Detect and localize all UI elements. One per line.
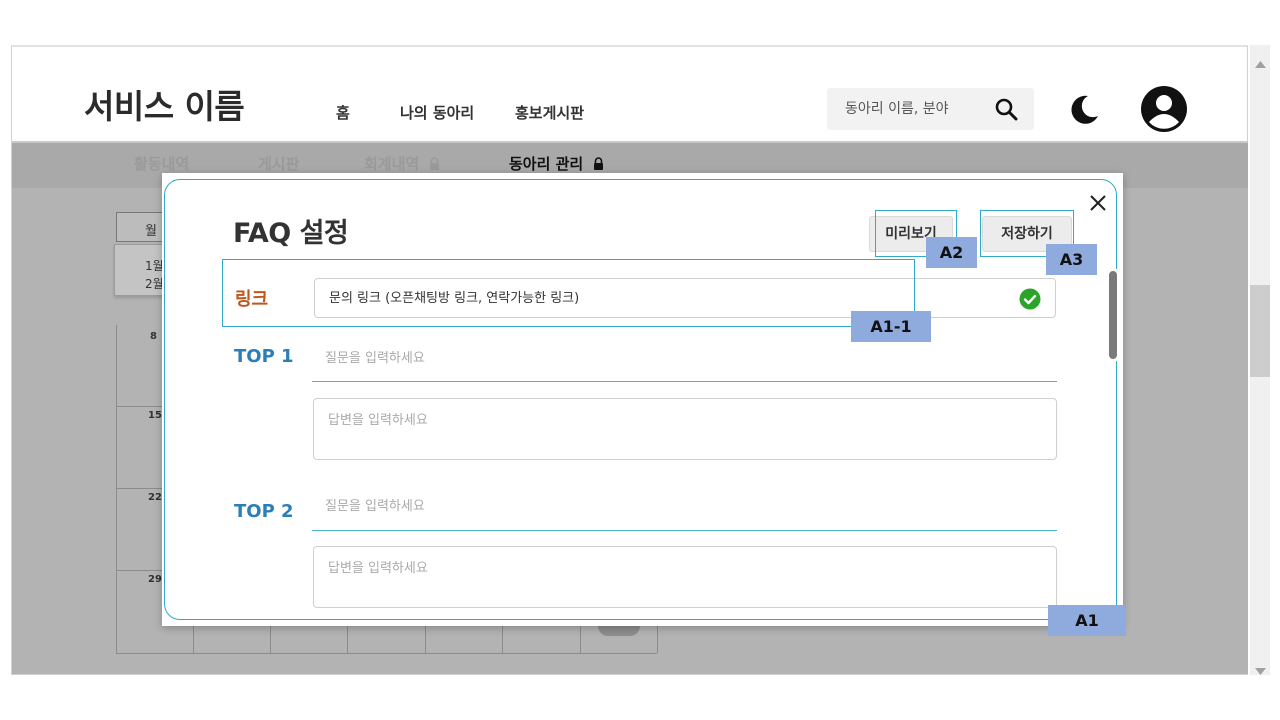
nav-promo-board[interactable]: 홍보게시판 <box>515 102 584 123</box>
moon-icon[interactable] <box>1064 90 1104 130</box>
annotation-tag-a1: A1 <box>1048 605 1126 636</box>
calendar-grid-line <box>580 625 581 653</box>
faq-top-2-question-input[interactable] <box>325 496 1025 516</box>
tab-board[interactable]: 게시판 <box>258 153 299 174</box>
faq-top-1-question-input[interactable] <box>325 348 1025 368</box>
lock-icon <box>593 156 604 174</box>
scroll-down-arrow-icon[interactable] <box>1255 661 1266 680</box>
search-input[interactable] <box>845 98 985 120</box>
calendar-grid-line <box>347 625 348 653</box>
faq-top-1-answer-input[interactable] <box>313 398 1057 460</box>
link-label: 링크 <box>235 289 269 310</box>
calendar-add-button <box>598 626 640 636</box>
close-icon[interactable] <box>1086 191 1110 215</box>
calendar-grid-line <box>116 488 162 489</box>
calendar-day: 22 <box>148 492 162 503</box>
scroll-up-arrow-icon[interactable] <box>1255 53 1266 72</box>
calendar-grid-line <box>116 653 657 654</box>
calendar-grid-line <box>502 625 503 653</box>
faq-top-2-answer-input[interactable] <box>313 546 1057 608</box>
tab-accounting[interactable]: 회계내역 <box>364 153 440 174</box>
nav-home[interactable]: 홈 <box>336 102 350 123</box>
question-underline <box>312 381 1057 382</box>
tab-accounting-label: 회계내역 <box>364 155 420 173</box>
calendar-grid-line <box>270 625 271 653</box>
check-circle-icon <box>1019 288 1041 310</box>
calendar-day: 15 <box>148 410 162 421</box>
account-circle-icon[interactable] <box>1139 84 1189 134</box>
faq-top-1-label: TOP 1 <box>234 346 294 367</box>
calendar-grid-line <box>193 625 194 653</box>
modal-scrollbar-thumb[interactable] <box>1106 268 1120 362</box>
calendar-grid-line <box>425 625 426 653</box>
annotation-tag-a3: A3 <box>1046 244 1097 275</box>
annotation-tag-a2: A2 <box>926 237 977 268</box>
annotation-tag-a1-1: A1-1 <box>851 311 931 342</box>
calendar-grid-line <box>116 570 162 571</box>
service-name-logo[interactable]: 서비스 이름 <box>84 80 245 128</box>
search-bar <box>827 88 1034 130</box>
link-input[interactable] <box>329 288 1009 308</box>
calendar-day: 8 <box>150 331 157 342</box>
calendar-grid-line <box>116 325 117 653</box>
modal-title: FAQ 설정 <box>233 218 349 249</box>
tab-club-management[interactable]: 동아리 관리 <box>509 153 604 174</box>
nav-my-clubs[interactable]: 나의 동아리 <box>400 102 474 123</box>
link-field <box>314 278 1056 318</box>
lock-icon <box>429 156 440 174</box>
page-scrollbar-thumb[interactable] <box>1250 285 1270 377</box>
question-underline <box>312 530 1057 531</box>
calendar-day: 29 <box>148 574 162 585</box>
tab-activity[interactable]: 활동내역 <box>134 153 189 174</box>
tab-club-management-label: 동아리 관리 <box>509 155 584 173</box>
search-icon[interactable] <box>993 96 1021 122</box>
calendar-grid-line <box>657 625 658 653</box>
faq-top-2-label: TOP 2 <box>234 501 294 522</box>
screenshot-stage: 서비스 이름 홈 나의 동아리 홍보게시판 활동내역 게시판 회계내역 <box>0 0 1280 720</box>
calendar-grid-line <box>116 406 162 407</box>
